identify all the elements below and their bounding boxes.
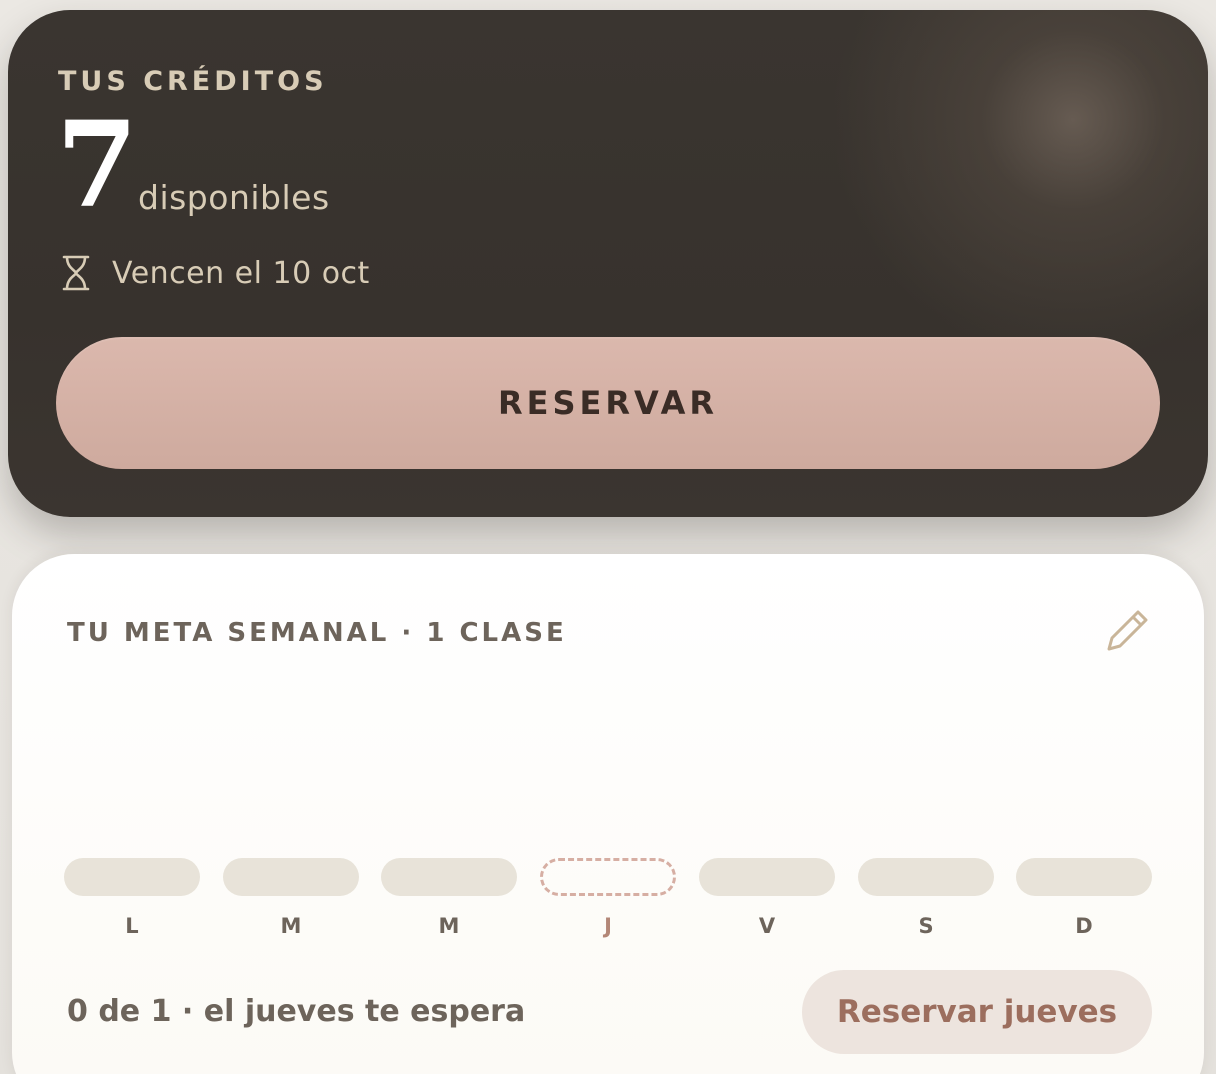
day-letter: M (438, 914, 460, 938)
day-0[interactable]: L (64, 858, 200, 948)
day-3[interactable]: J (540, 858, 676, 948)
hourglass-icon (62, 255, 90, 291)
day-progress-pill (540, 858, 676, 896)
week-days: LMMJVSD (64, 858, 1152, 948)
pencil-icon (1107, 610, 1148, 651)
reserve-thursday-button[interactable]: Reservar jueves (802, 970, 1152, 1054)
day-letter: M (280, 914, 302, 938)
day-progress-pill (1016, 858, 1152, 896)
reserve-button[interactable]: RESERVAR (56, 337, 1160, 469)
edit-goal-button[interactable] (1100, 602, 1156, 658)
day-4[interactable]: V (699, 858, 835, 948)
day-progress-pill (381, 858, 517, 896)
day-letter: J (604, 914, 612, 938)
day-letter: D (1075, 914, 1093, 938)
day-progress-pill (64, 858, 200, 896)
day-letter: L (125, 914, 139, 938)
page: TUS CRÉDITOS 7 disponibles Vencen el 10 … (0, 0, 1216, 1074)
credits-count: 7 (56, 95, 139, 234)
credits-count-suffix: disponibles (138, 178, 330, 217)
day-5[interactable]: S (858, 858, 994, 948)
day-2[interactable]: M (381, 858, 517, 948)
credits-label: TUS CRÉDITOS (58, 66, 328, 97)
expiry-row: Vencen el 10 oct (60, 254, 370, 292)
day-6[interactable]: D (1016, 858, 1152, 948)
expiry-text: Vencen el 10 oct (112, 255, 370, 291)
day-progress-pill (858, 858, 994, 896)
day-letter: S (918, 914, 934, 938)
weekly-goal-card: TU META SEMANAL · 1 CLASE L M M J V S D 0 de 1… (12, 554, 1204, 1074)
day-progress-pill (699, 858, 835, 896)
goal-progress-text: 0 de 1 · el jueves te espera (67, 994, 526, 1029)
day-letter: V (758, 914, 776, 938)
credits-card: TUS CRÉDITOS 7 disponibles Vencen el 10 … (8, 10, 1208, 517)
weekly-goal-title: TU META SEMANAL · 1 CLASE (67, 618, 567, 648)
day-1[interactable]: M (223, 858, 359, 948)
day-progress-pill (223, 858, 359, 896)
